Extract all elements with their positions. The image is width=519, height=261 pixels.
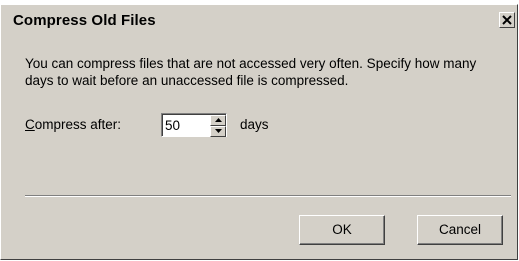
days-spinner-inner: [162, 114, 226, 137]
description-line-1: You can compress files that are not acce…: [25, 56, 477, 71]
close-button[interactable]: [499, 12, 515, 28]
description-text: You can compress files that are not acce…: [25, 55, 505, 89]
separator: [25, 195, 511, 197]
dialog-title: Compress Old Files: [13, 12, 156, 29]
arrow-down-icon: [215, 129, 222, 133]
description-line-2: days to wait before an unaccessed file i…: [25, 73, 349, 88]
title-bar[interactable]: Compress Old Files: [3, 7, 515, 35]
cancel-button[interactable]: Cancel: [417, 215, 503, 245]
days-input[interactable]: [165, 116, 205, 135]
compress-old-files-dialog: Compress Old Files You can compress file…: [0, 4, 518, 260]
compress-after-label-rest: ompress after:: [34, 117, 122, 132]
compress-after-label-accelerator: C: [25, 117, 35, 132]
spin-down-button[interactable]: [210, 126, 226, 137]
arrow-up-icon: [215, 118, 222, 122]
spinner-buttons: [210, 115, 226, 137]
days-unit-label: days: [240, 117, 269, 132]
spin-up-button[interactable]: [210, 115, 226, 126]
days-spinner: [161, 113, 227, 137]
ok-button[interactable]: OK: [299, 215, 385, 245]
close-icon: [502, 15, 512, 25]
compress-after-label: Compress after:: [25, 117, 121, 132]
